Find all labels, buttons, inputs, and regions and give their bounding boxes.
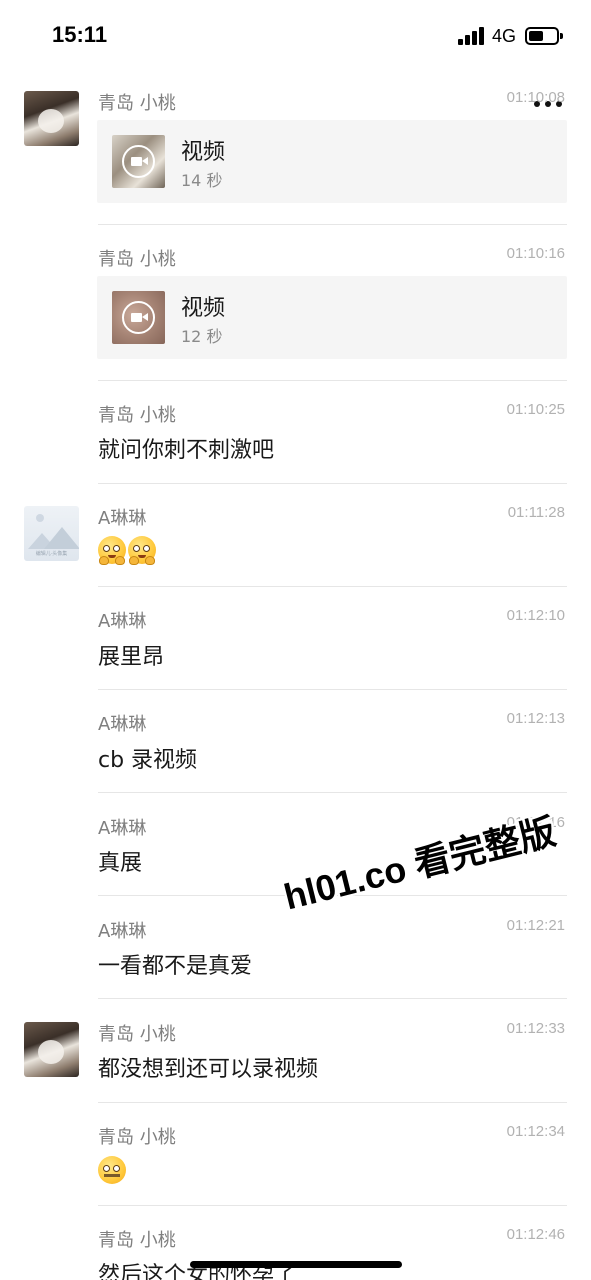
avatar[interactable]: 编辑儿·头像集 <box>24 506 79 561</box>
sender-name: 青岛 小桃 <box>98 1230 176 1251</box>
message-time: 01:12:21 <box>506 917 565 934</box>
status-time: 15:11 <box>52 22 108 47</box>
video-duration: 12 秒 <box>181 327 223 346</box>
sender-name: A琳琳 <box>98 714 147 735</box>
emoji-icon <box>98 536 126 565</box>
sender-name: 青岛 小桃 <box>98 405 176 426</box>
message-time: 01:12:10 <box>506 607 565 624</box>
sender-name: A琳琳 <box>98 508 147 529</box>
video-thumbnail <box>112 291 165 344</box>
network-type: 4G <box>492 26 517 46</box>
message-time: 01:12:33 <box>506 1020 565 1037</box>
video-message[interactable]: 视频 12 秒 <box>97 276 567 359</box>
video-camera-icon <box>122 301 155 334</box>
message-time: 01:10:08 <box>506 89 565 106</box>
divider <box>98 224 567 225</box>
message-time: 01:12:34 <box>506 1123 565 1140</box>
video-title: 视频 <box>181 140 226 165</box>
sender-name: A琳琳 <box>98 818 147 839</box>
signal-icon <box>458 27 486 45</box>
message-text[interactable]: cb 录视频 <box>98 742 197 774</box>
message-text[interactable]: 展里昂 <box>98 639 164 671</box>
watermark-text: hl01.co 看完整版 <box>279 810 560 918</box>
sender-name: A琳琳 <box>98 921 147 942</box>
message-time: 01:10:16 <box>506 245 565 262</box>
divider <box>98 483 567 484</box>
divider <box>98 380 567 381</box>
battery-icon <box>525 27 559 45</box>
avatar[interactable] <box>24 1022 79 1077</box>
sender-name: 青岛 小桃 <box>98 1024 176 1045</box>
divider <box>98 998 567 999</box>
message-emoji[interactable] <box>98 536 158 565</box>
message-time: 01:11:28 <box>507 504 565 521</box>
video-camera-icon <box>122 145 155 178</box>
home-indicator[interactable] <box>190 1261 402 1268</box>
video-duration: 14 秒 <box>181 171 223 190</box>
message-emoji[interactable] <box>98 1156 128 1184</box>
status-bar: 15:11 4G <box>0 0 591 76</box>
avatar[interactable] <box>24 91 79 146</box>
emoji-icon <box>128 536 156 565</box>
message-time: 01:12:46 <box>506 1226 565 1243</box>
video-message[interactable]: 视频 14 秒 <box>97 120 567 203</box>
sender-name: 青岛 小桃 <box>98 1127 176 1148</box>
message-text[interactable]: 都没想到还可以录视频 <box>98 1051 318 1083</box>
video-thumbnail <box>112 135 165 188</box>
video-title: 视频 <box>181 296 226 321</box>
divider <box>98 792 567 793</box>
message-time: 01:10:25 <box>506 401 565 418</box>
divider <box>98 586 567 587</box>
avatar-caption: 编辑儿·头像集 <box>35 551 68 557</box>
message-text[interactable]: 就问你刺不刺激吧 <box>98 432 274 464</box>
sender-name: A琳琳 <box>98 611 147 632</box>
divider <box>98 1102 567 1103</box>
sender-name: 青岛 小桃 <box>98 93 176 114</box>
zipper-mouth-emoji-icon <box>98 1156 126 1184</box>
message-text[interactable]: 真展 <box>98 845 142 877</box>
divider <box>98 1205 567 1206</box>
message-text[interactable]: 一看都不是真爱 <box>98 948 252 980</box>
divider <box>98 689 567 690</box>
sender-name: 青岛 小桃 <box>98 249 176 270</box>
battery-cap <box>560 33 563 39</box>
message-time: 01:12:13 <box>506 710 565 727</box>
